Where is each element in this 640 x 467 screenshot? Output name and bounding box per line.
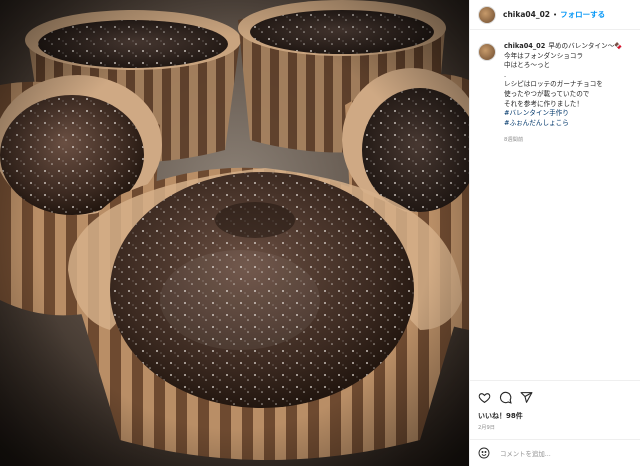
post-header: chika04_02 • フォローする bbox=[470, 0, 640, 30]
heart-icon[interactable] bbox=[478, 391, 491, 404]
avatar[interactable] bbox=[478, 5, 496, 24]
comment-icon[interactable] bbox=[499, 391, 512, 404]
caption-line-7: それを参考に作りました！ bbox=[504, 99, 584, 108]
hashtag-link[interactable]: #ふぉんだんしょこら bbox=[504, 119, 623, 129]
caption-line-4: . bbox=[504, 70, 507, 79]
caption-avatar[interactable] bbox=[478, 43, 496, 61]
fondant-chocolat-image bbox=[0, 0, 469, 466]
caption-line-1: chika04_02 早めのバレンタイン〜🍫 bbox=[504, 42, 623, 50]
post-side-panel: chika04_02 • フォローする chika04_02 早めのバレンタイン〜… bbox=[469, 0, 640, 466]
caption-line-3: 中はとろ〜っと bbox=[504, 61, 551, 70]
post-photo[interactable] bbox=[0, 0, 469, 466]
hashtag-link[interactable]: #バレンタイン手作り bbox=[504, 109, 623, 119]
post-caption: chika04_02 早めのバレンタイン〜🍫 今年はフォンダンショコラ 中はとろ〜… bbox=[478, 42, 636, 146]
follow-button[interactable]: フォローする bbox=[560, 9, 605, 20]
caption-line-2: 今年はフォンダンショコラ bbox=[504, 51, 584, 60]
caption-username-link[interactable]: chika04_02 bbox=[504, 42, 545, 50]
comment-bar: コメントを追加... bbox=[470, 439, 640, 467]
caption-line-5: レシピはロッテのガーナチョコを bbox=[504, 80, 603, 89]
action-icons bbox=[478, 391, 533, 404]
caption-timestamp[interactable]: 8週間前 bbox=[504, 136, 623, 146]
post-actions: いいね！98件 2月9日 コメントを追加... bbox=[470, 380, 640, 467]
comment-input[interactable]: コメントを追加... bbox=[500, 449, 551, 458]
emoji-icon[interactable] bbox=[478, 444, 490, 463]
separator-dot: • bbox=[553, 10, 558, 19]
share-icon[interactable] bbox=[520, 391, 533, 404]
caption-text: chika04_02 早めのバレンタイン〜🍫 今年はフォンダンショコラ 中はとろ〜… bbox=[504, 42, 623, 146]
likes-count[interactable]: いいね！98件 bbox=[478, 411, 523, 421]
post-date[interactable]: 2月9日 bbox=[478, 424, 495, 431]
username-link[interactable]: chika04_02 bbox=[503, 10, 550, 19]
caption-line-6: 使ったやつが載っていたので bbox=[504, 89, 590, 98]
